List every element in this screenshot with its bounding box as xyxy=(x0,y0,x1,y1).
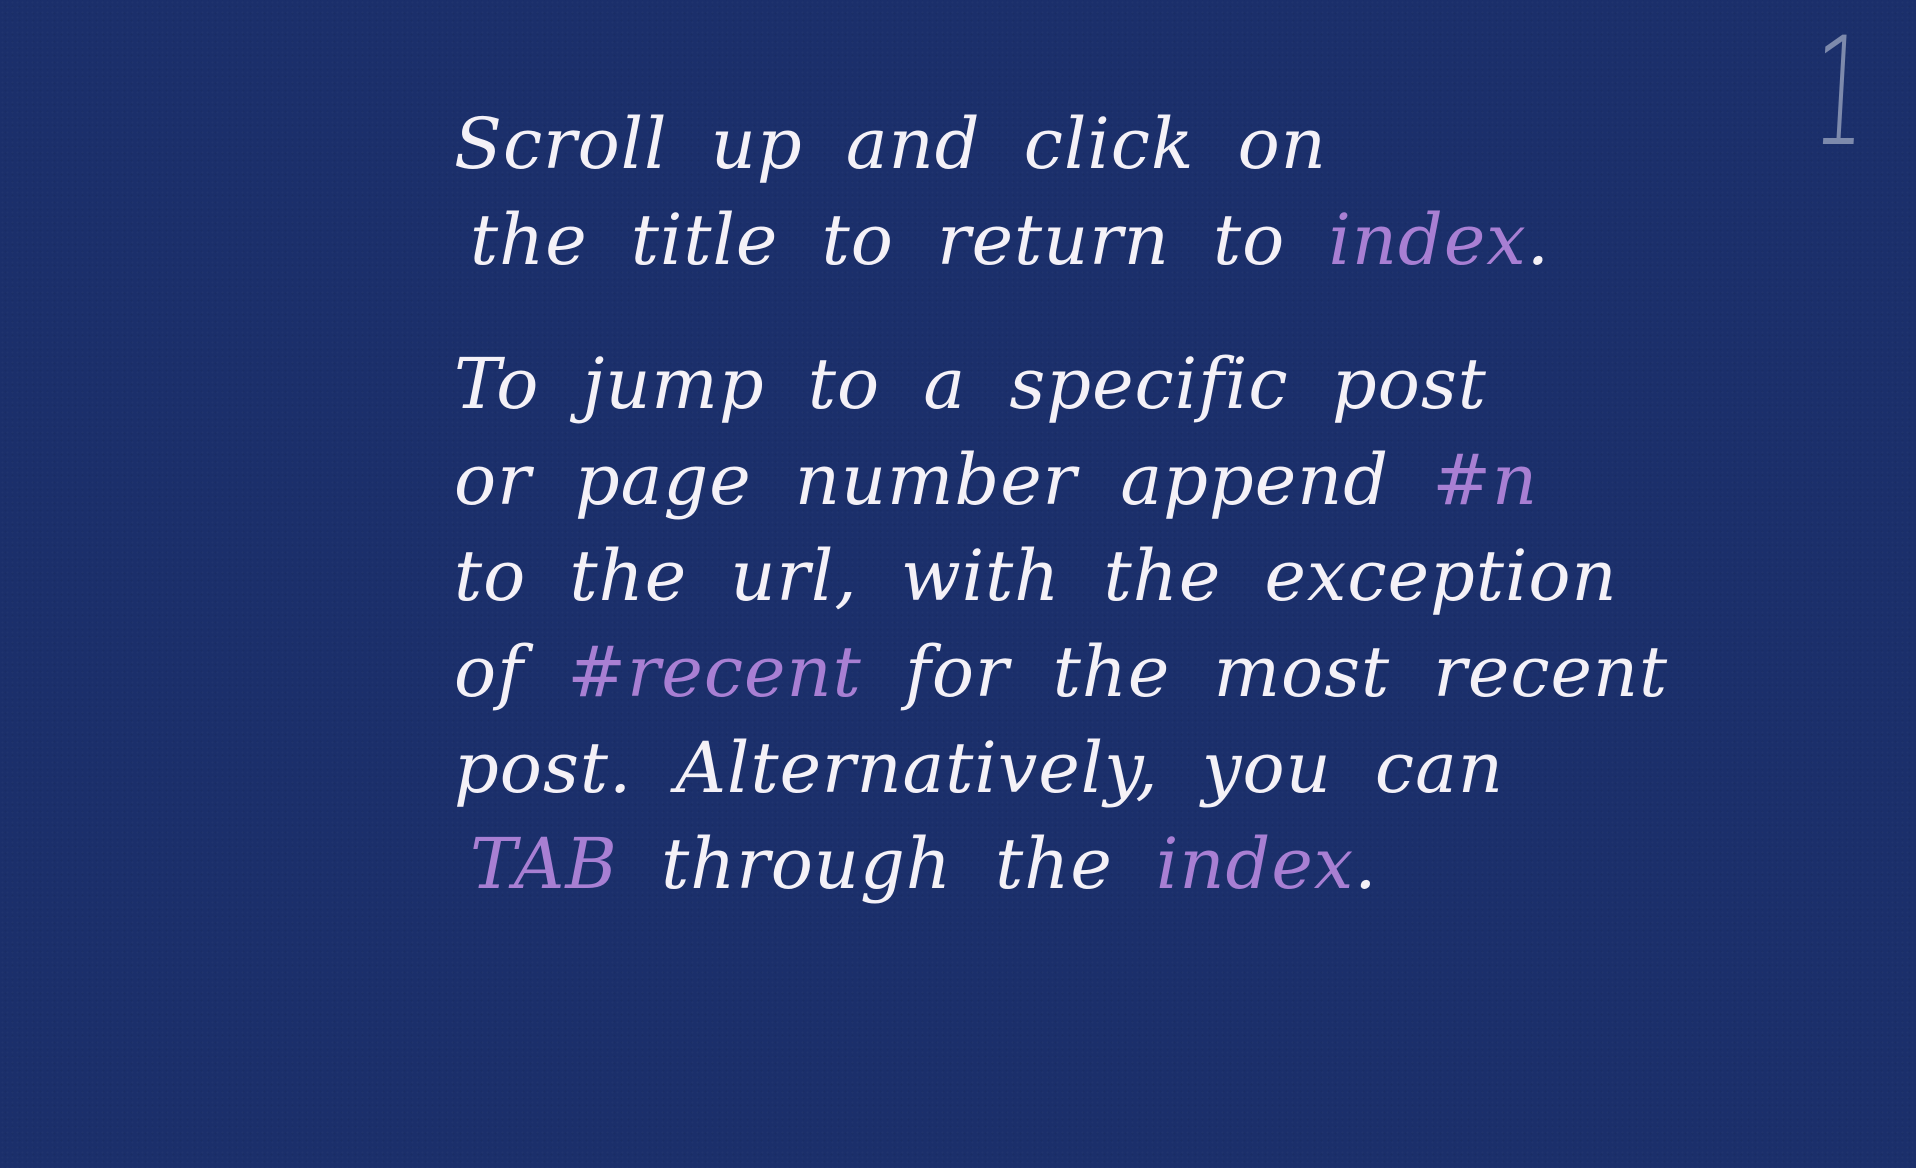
note-text: or page number append xyxy=(454,439,1433,521)
note-line: TAB through the index. xyxy=(454,816,1474,912)
note-line: of #recent for the most recent xyxy=(454,624,1667,720)
note-line: post. Alternatively, you can xyxy=(454,727,1504,809)
index-link[interactable]: index xyxy=(1156,823,1354,905)
note-text: . xyxy=(1526,199,1550,281)
handwritten-note: Scroll up and click on the title to retu… xyxy=(454,96,1667,912)
page-number: 1 xyxy=(1808,6,1871,180)
note-line: or page number append #n xyxy=(454,432,1537,528)
note-text: the title to return to xyxy=(470,199,1329,281)
note-line: Scroll up and click on xyxy=(454,103,1327,185)
note-text: through the xyxy=(617,823,1157,905)
note-line: the title to return to index. xyxy=(454,192,1549,288)
index-link[interactable]: index xyxy=(1329,199,1527,281)
note-text: for the most recent xyxy=(861,631,1669,713)
note-line: To jump to a specific post xyxy=(454,343,1487,425)
paragraph-jump-instructions: To jump to a specific post or page numbe… xyxy=(454,336,1667,912)
hash-n-code: #n xyxy=(1432,439,1539,521)
paragraph-return-to-index: Scroll up and click on the title to retu… xyxy=(454,96,1549,288)
hash-recent-code: #recent xyxy=(567,631,862,713)
note-text: of xyxy=(454,631,568,713)
note-text: . xyxy=(1354,823,1378,905)
note-line: to the url, with the exception xyxy=(454,535,1618,617)
tab-key-label: TAB xyxy=(470,823,618,905)
